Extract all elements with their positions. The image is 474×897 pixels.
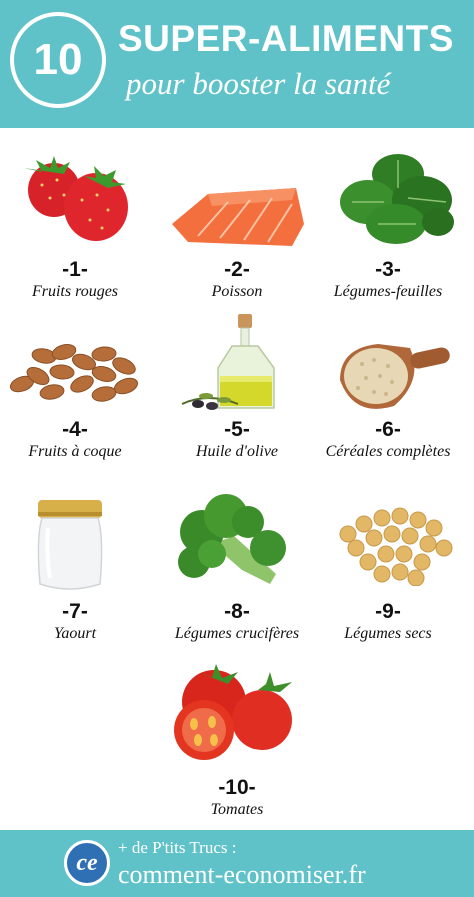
item-number: -7-	[62, 600, 88, 623]
item-label: Fruits rouges	[31, 283, 119, 300]
footer-site-link[interactable]: comment-economiser.fr	[118, 860, 366, 890]
number-badge: 10	[10, 12, 106, 108]
salmon-icon	[172, 188, 304, 246]
food-item-3: -3- Légumes-feuilles	[313, 258, 463, 302]
item-number: -3-	[375, 258, 401, 281]
footer-tagline: + de P'tits Trucs :	[118, 838, 237, 857]
item-number: -10-	[218, 776, 256, 799]
site-logo[interactable]: ce	[64, 840, 110, 886]
header-banner: 10 SUPER-ALIMENTS pour booster la santé	[0, 0, 474, 128]
tomatoes-icon	[174, 664, 292, 760]
broccoli-icon	[178, 494, 286, 584]
item-number: -6-	[375, 418, 401, 441]
item-number: -5-	[224, 418, 250, 441]
item-number: -2-	[224, 258, 250, 281]
page-subtitle: pour booster la santé	[126, 66, 391, 101]
yogurt-jar-icon	[37, 500, 103, 590]
item-label: Céréales complètes	[325, 443, 451, 460]
item-label: Légumes crucifères	[174, 625, 300, 642]
item-number: -1-	[62, 258, 88, 281]
food-item-7: -7- Yaourt	[0, 600, 150, 644]
item-number: -8-	[224, 600, 250, 623]
almonds-icon	[9, 344, 139, 402]
food-item-5: -5- Huile d'olive	[162, 418, 312, 462]
strawberries-icon	[24, 156, 128, 241]
item-label: Tomates	[210, 801, 264, 818]
item-number: -4-	[62, 418, 88, 441]
footer-banner: ce + de P'tits Trucs : comment-economise…	[0, 830, 474, 897]
olive-oil-icon	[181, 314, 275, 410]
food-item-8: -8- Légumes crucifères	[162, 600, 312, 644]
food-item-9: -9- Légumes secs	[313, 600, 463, 644]
item-label: Fruits à coque	[28, 443, 122, 460]
item-label: Légumes-feuilles	[333, 283, 443, 300]
food-item-4: -4- Fruits à coque	[0, 418, 150, 462]
item-label: Poisson	[211, 283, 263, 300]
food-item-1: -1- Fruits rouges	[0, 258, 150, 302]
food-item-6: -6- Céréales complètes	[313, 418, 463, 462]
item-label: Yaourt	[53, 625, 97, 642]
item-label: Légumes secs	[344, 625, 432, 642]
page-title: SUPER-ALIMENTS	[118, 18, 454, 59]
spinach-icon	[340, 154, 454, 244]
badge-number: 10	[33, 35, 83, 84]
logo-text: ce	[76, 849, 98, 876]
food-item-10: -10- Tomates	[162, 776, 312, 820]
food-item-2: -2- Poisson	[162, 258, 312, 302]
item-number: -9-	[375, 600, 401, 623]
chickpeas-icon	[339, 507, 453, 586]
grain-scoop-icon	[340, 344, 450, 409]
item-label: Huile d'olive	[195, 443, 279, 460]
